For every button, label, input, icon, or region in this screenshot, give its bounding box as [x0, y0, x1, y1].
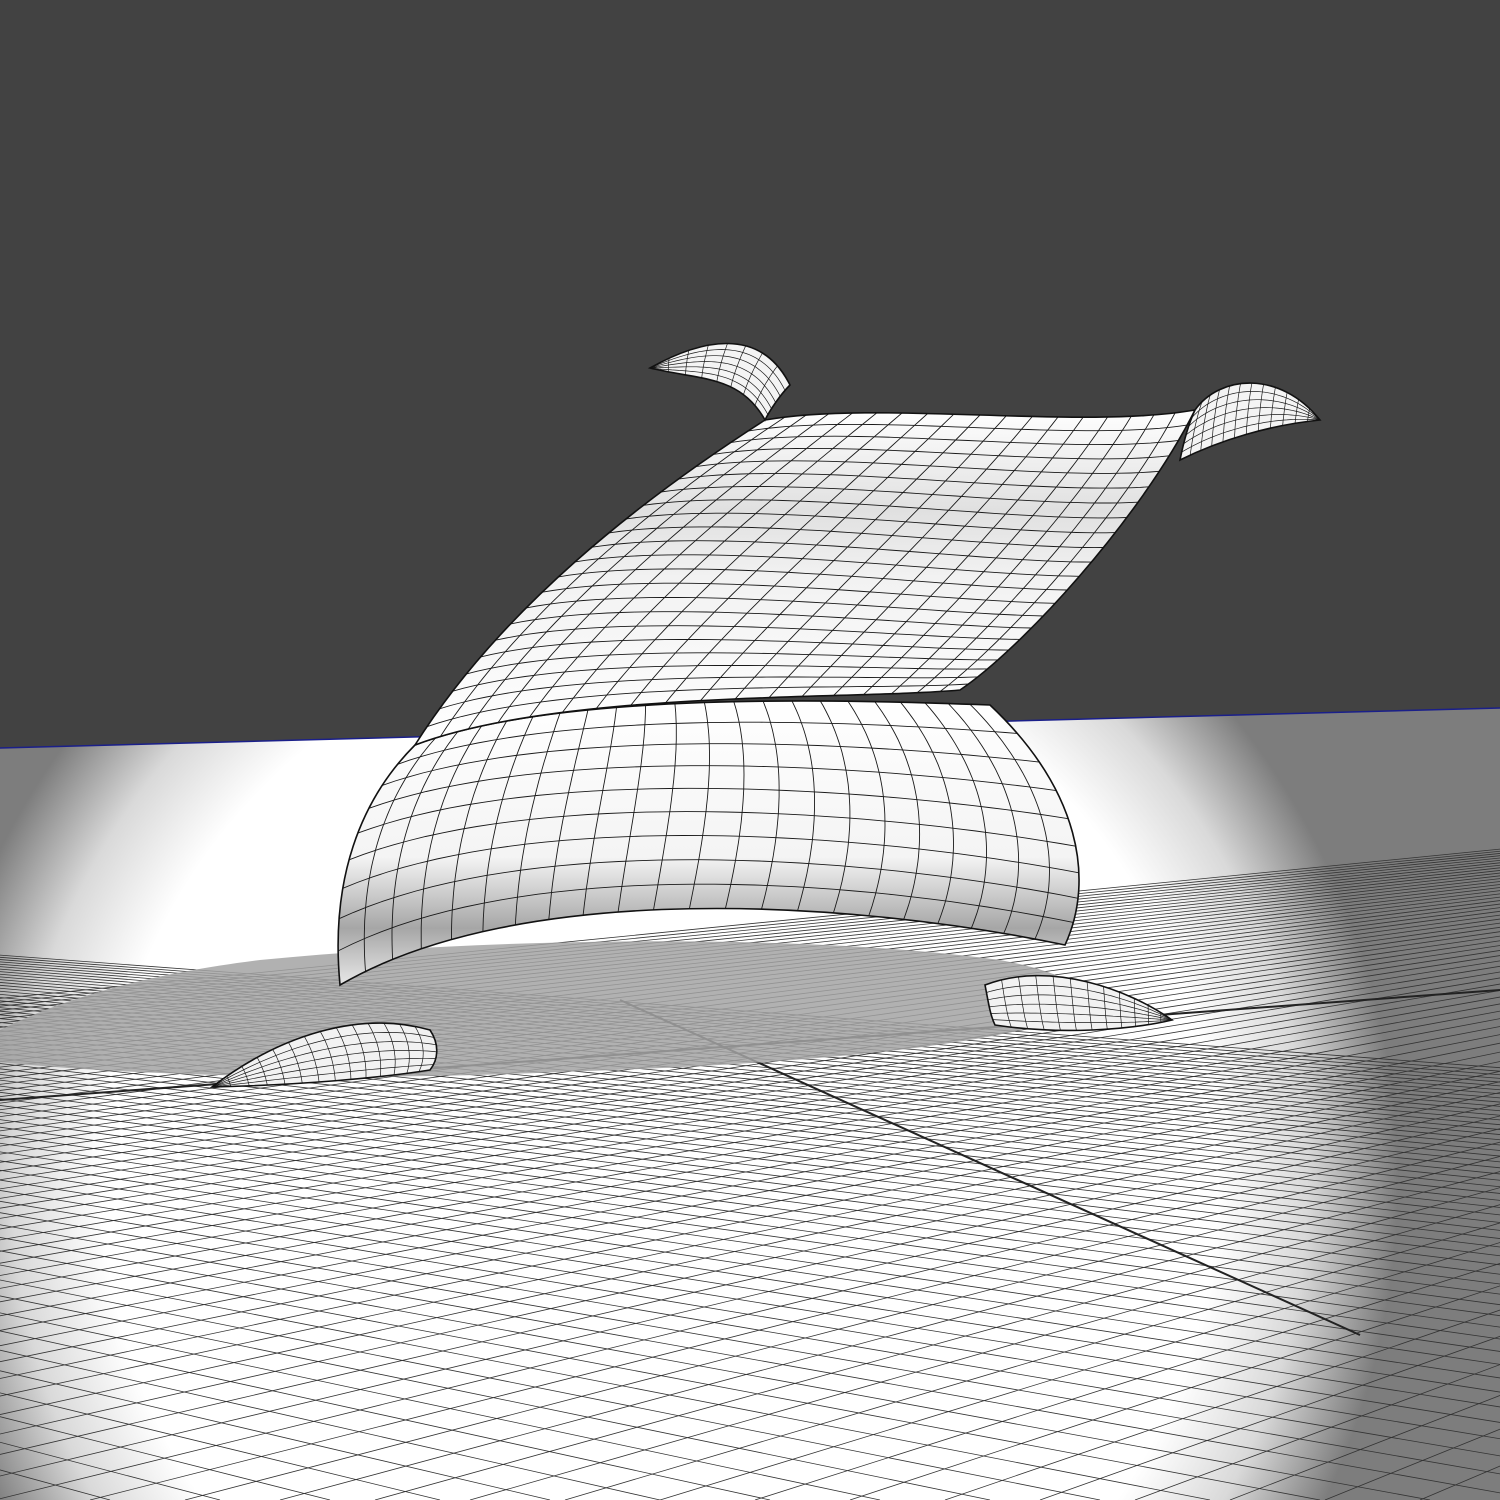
render-canvas[interactable]: [0, 0, 1500, 1500]
viewport-3d[interactable]: [0, 0, 1500, 1500]
